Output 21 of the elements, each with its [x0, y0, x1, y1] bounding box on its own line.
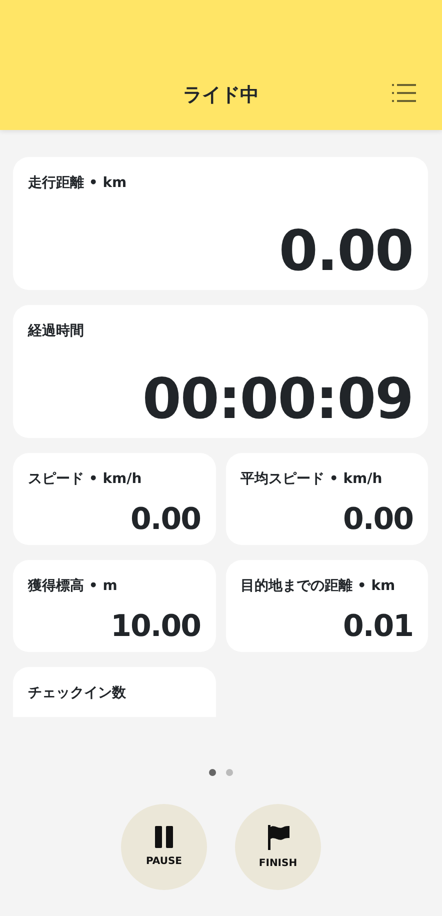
stat-label: チェックイン数 [28, 684, 126, 703]
stat-label: 獲得標高 • m [28, 576, 118, 596]
stat-label: 目的地までの距離 • km [240, 577, 396, 596]
stat-label: 平均スピード • km/h [240, 470, 382, 489]
stat-label: スピード • km/h [28, 470, 142, 489]
pause-button[interactable]: PAUSE [121, 804, 207, 890]
stat-label: 走行距離 • km [28, 174, 127, 193]
stat-value: 0.00 [130, 505, 200, 535]
list-menu-icon[interactable] [392, 84, 416, 102]
page-dot[interactable] [226, 769, 233, 776]
stat-value: 0.01 [342, 612, 413, 642]
pause-icon [155, 826, 173, 848]
stat-value: 0.00 [278, 224, 413, 280]
flag-icon [266, 824, 290, 850]
screen-title: ライド中 [183, 83, 259, 107]
stat-label: 経過時間 [28, 322, 84, 341]
stat-value: 10.00 [110, 612, 200, 642]
stat-value: 00:00:09 [142, 372, 413, 428]
stat-value: 0.00 [342, 505, 413, 535]
finish-button[interactable]: FINISH [235, 804, 321, 890]
page-dot[interactable] [209, 769, 216, 776]
